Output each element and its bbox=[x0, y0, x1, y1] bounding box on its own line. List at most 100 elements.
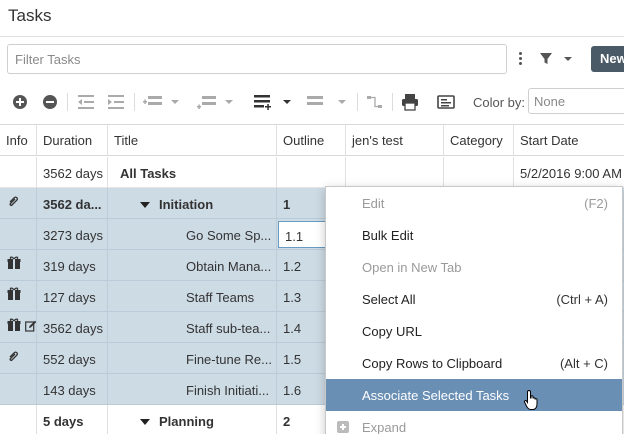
outdent-icon[interactable] bbox=[76, 92, 96, 112]
gift-icon bbox=[7, 318, 21, 331]
menu-item-shortcut: (Ctrl + A) bbox=[556, 292, 608, 307]
menu-item-label: Bulk Edit bbox=[362, 228, 414, 243]
add-icon[interactable] bbox=[12, 92, 28, 112]
insert-row-below-icon[interactable] bbox=[196, 92, 236, 112]
page-title: Tasks bbox=[8, 6, 52, 25]
print-icon[interactable] bbox=[400, 92, 420, 112]
start-date-cell[interactable]: 5/2/2016 9:00 AM bbox=[514, 157, 624, 188]
info-cell bbox=[0, 374, 37, 405]
title-cell[interactable]: Planning bbox=[108, 405, 277, 436]
remove-icon[interactable] bbox=[42, 92, 58, 112]
filter-dropdown-button[interactable] bbox=[538, 52, 576, 66]
info-cell bbox=[0, 250, 37, 281]
duration-cell[interactable]: 319 days bbox=[37, 250, 108, 281]
outline-cell[interactable]: 1.3 bbox=[277, 281, 326, 312]
menu-item-shortcut: (Alt + C) bbox=[559, 356, 608, 371]
gift-icon bbox=[7, 287, 21, 300]
collapse-caret-icon[interactable] bbox=[140, 419, 150, 425]
color-by-label: Color by: bbox=[473, 95, 526, 110]
title-divider bbox=[0, 36, 624, 37]
column-header-outline[interactable]: Outline bbox=[277, 124, 346, 156]
menu-item-bulk-edit[interactable]: Bulk Edit bbox=[326, 219, 622, 251]
menu-item-label: Expand bbox=[362, 420, 407, 435]
context-menu: Edit (F2) Bulk Edit Open in New Tab Selec… bbox=[325, 186, 623, 444]
info-cell bbox=[0, 219, 37, 250]
column-header-title[interactable]: Title bbox=[108, 124, 277, 156]
duration-cell[interactable]: 3273 days bbox=[37, 219, 108, 250]
more-options-icon[interactable] bbox=[515, 51, 525, 67]
column-header-start-date[interactable]: Start Date bbox=[514, 124, 624, 156]
outline-cell[interactable]: 1.2 bbox=[277, 250, 326, 281]
menu-item-label: Copy Rows to Clipboard bbox=[362, 356, 503, 371]
title-cell[interactable]: Go Some Sp... bbox=[108, 219, 277, 250]
insert-row-icon[interactable] bbox=[252, 92, 294, 112]
column-header-info[interactable]: Info bbox=[0, 124, 37, 156]
info-cell bbox=[0, 281, 37, 312]
collapse-caret-icon[interactable] bbox=[140, 202, 150, 208]
menu-item-label: Edit bbox=[362, 196, 385, 211]
outline-cell[interactable]: 2 bbox=[277, 405, 326, 436]
title-cell[interactable]: Staff sub-tea... bbox=[108, 312, 277, 343]
toolbar-separator bbox=[392, 93, 393, 111]
menu-item-associate-selected-tasks[interactable]: Associate Selected Tasks bbox=[326, 379, 622, 411]
dependency-icon[interactable] bbox=[366, 92, 384, 112]
menu-item-shortcut: (F2) bbox=[584, 196, 608, 211]
hand-cursor-icon bbox=[523, 389, 541, 411]
title-cell[interactable]: Fine-tune Re... bbox=[108, 343, 277, 374]
info-cell bbox=[0, 188, 37, 219]
column-header-duration[interactable]: Duration bbox=[37, 124, 108, 156]
color-by-select[interactable]: None bbox=[528, 88, 624, 114]
menu-item-label: Copy URL bbox=[362, 324, 422, 339]
title-cell[interactable]: Initiation bbox=[108, 188, 277, 219]
expand-icon bbox=[337, 421, 349, 433]
outline-cell[interactable]: 1.6 bbox=[277, 374, 326, 405]
delete-row-icon[interactable] bbox=[305, 92, 349, 112]
title-text: Initiation bbox=[159, 197, 214, 212]
screenshot-torn-edge bbox=[0, 434, 624, 444]
title-cell[interactable]: Staff Teams bbox=[108, 281, 277, 312]
column-header-jens-test[interactable]: jen's test bbox=[346, 124, 444, 156]
indent-icon[interactable] bbox=[106, 92, 126, 112]
funnel-icon bbox=[540, 53, 572, 64]
duration-cell[interactable]: 143 days bbox=[37, 374, 108, 405]
new-task-button[interactable]: New bbox=[591, 46, 624, 72]
menu-item-edit[interactable]: Edit (F2) bbox=[326, 187, 622, 219]
outline-cell[interactable] bbox=[277, 157, 346, 188]
menu-item-label: Associate Selected Tasks bbox=[362, 388, 510, 403]
duration-cell[interactable]: 127 days bbox=[37, 281, 108, 312]
menu-item-open-in-new-tab[interactable]: Open in New Tab bbox=[326, 251, 622, 283]
outline-cell-editing[interactable]: 1.1 bbox=[278, 221, 326, 248]
info-cell bbox=[0, 343, 37, 374]
title-cell[interactable]: All Tasks bbox=[108, 157, 277, 188]
duration-cell[interactable]: 3562 days bbox=[37, 312, 108, 343]
insert-row-above-icon[interactable] bbox=[142, 92, 182, 112]
duration-cell[interactable]: 552 days bbox=[37, 343, 108, 374]
duration-cell[interactable]: 3562 da... bbox=[37, 188, 108, 219]
paperclip-icon bbox=[9, 196, 18, 206]
outline-cell[interactable]: 1.5 bbox=[277, 343, 326, 374]
toolbar-separator bbox=[67, 93, 68, 111]
filter-tasks-input[interactable] bbox=[7, 44, 507, 74]
column-header-category[interactable]: Category bbox=[444, 124, 514, 156]
title-cell[interactable]: Finish Initiati... bbox=[108, 374, 277, 405]
menu-item-copy-url[interactable]: Copy URL bbox=[326, 315, 622, 347]
menu-item-label: Select All bbox=[362, 292, 416, 307]
outline-cell[interactable]: 1.4 bbox=[277, 312, 326, 343]
info-cell bbox=[0, 405, 37, 436]
jens-test-cell[interactable] bbox=[346, 157, 444, 188]
duration-cell[interactable]: 3562 days bbox=[37, 157, 108, 188]
title-text: Planning bbox=[159, 414, 214, 429]
toolbar-separator bbox=[357, 93, 358, 111]
category-cell[interactable] bbox=[444, 157, 514, 188]
gift-icon bbox=[7, 256, 21, 269]
card-view-icon[interactable] bbox=[436, 92, 456, 112]
title-cell[interactable]: Obtain Mana... bbox=[108, 250, 277, 281]
menu-item-label: Open in New Tab bbox=[362, 260, 462, 275]
menu-item-copy-rows-to-clipboard[interactable]: Copy Rows to Clipboard (Alt + C) bbox=[326, 347, 622, 379]
table-row[interactable]: 3562 days All Tasks 5/2/2016 9:00 AM bbox=[0, 157, 624, 188]
toolbar-separator bbox=[134, 93, 135, 111]
duration-cell[interactable]: 5 days bbox=[37, 405, 108, 436]
info-cell bbox=[0, 157, 37, 188]
menu-item-select-all[interactable]: Select All (Ctrl + A) bbox=[326, 283, 622, 315]
info-cell bbox=[0, 312, 37, 343]
